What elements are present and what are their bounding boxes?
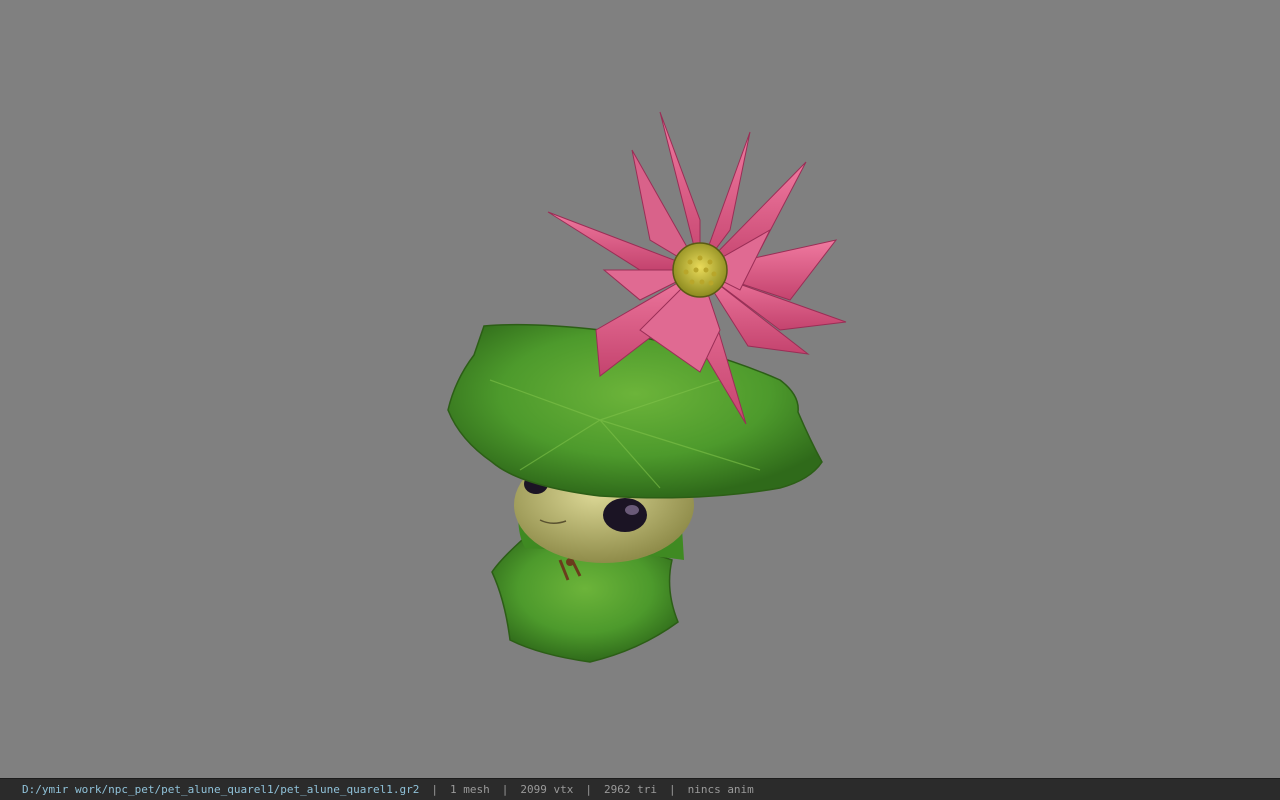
- status-bar: D:/ymir work/npc_pet/pet_alune_quarel1/p…: [0, 778, 1280, 800]
- animation-status: nincs anim: [687, 783, 754, 796]
- separator: |: [668, 783, 676, 796]
- vertex-count: 2099 vtx: [520, 783, 574, 796]
- mesh-count: 1 mesh: [449, 783, 490, 796]
- 3d-viewport[interactable]: [0, 0, 1280, 778]
- file-path: D:/ymir work/npc_pet/pet_alune_quarel1/p…: [22, 783, 420, 796]
- triangle-count: 2962 tri: [603, 783, 657, 796]
- hat-leaf: [447, 323, 823, 499]
- separator: |: [585, 783, 592, 796]
- model-render: [447, 111, 847, 663]
- separator: |: [501, 783, 509, 796]
- separator: |: [431, 783, 438, 796]
